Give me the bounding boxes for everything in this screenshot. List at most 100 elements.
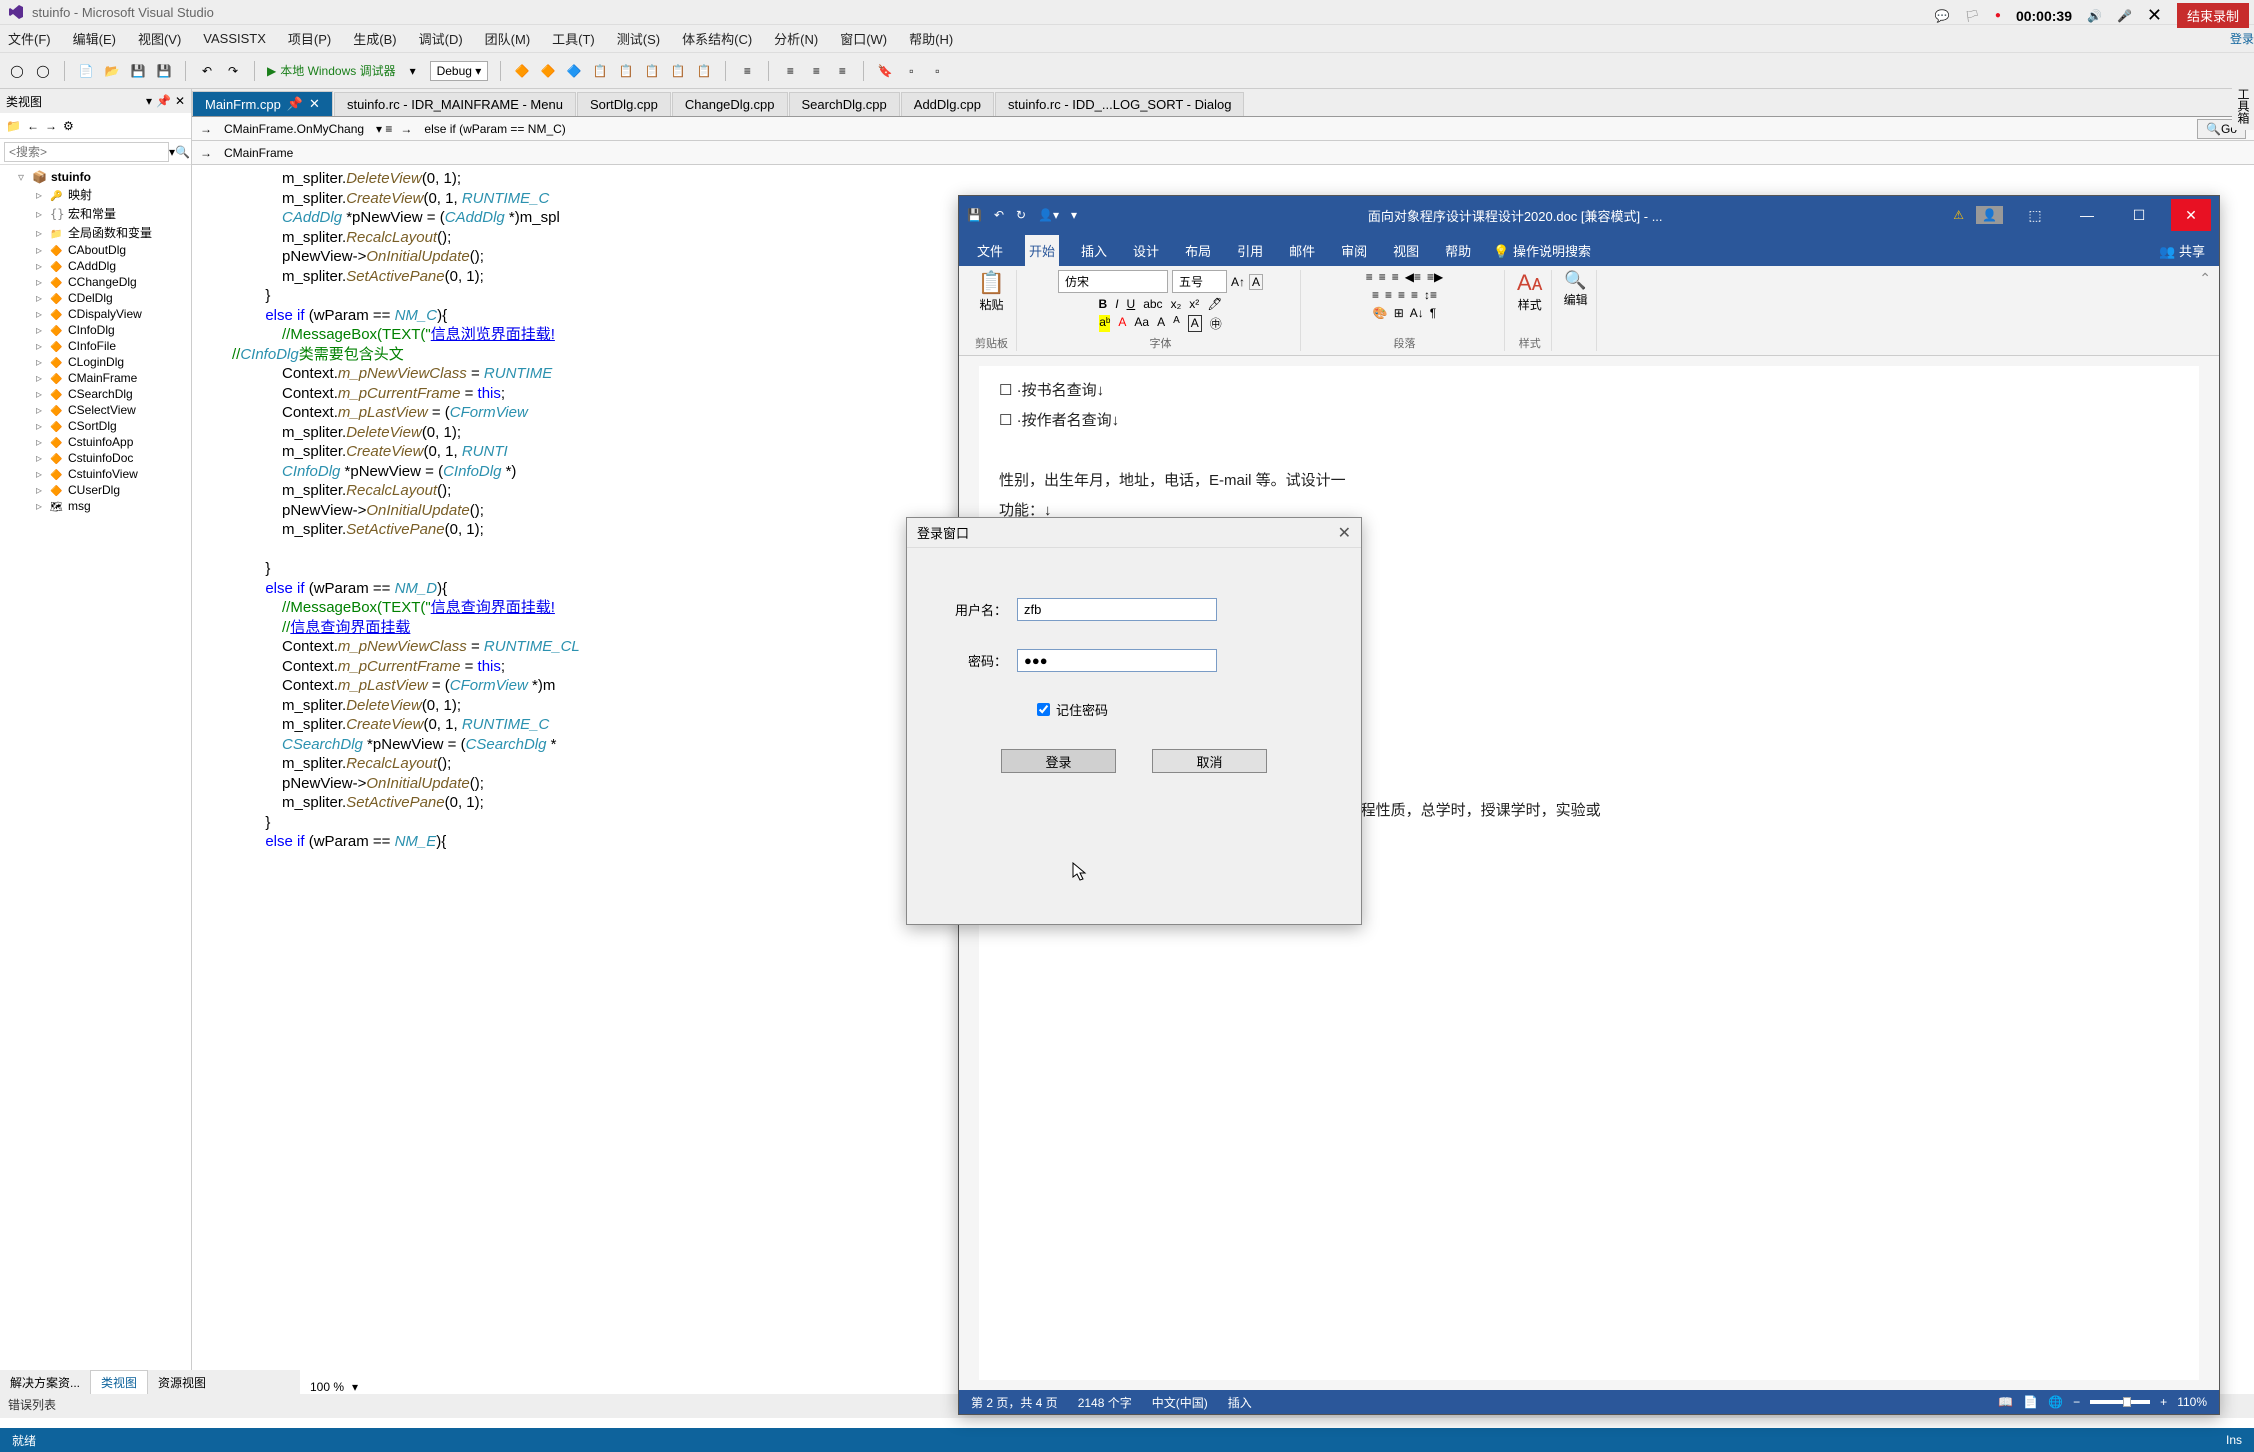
cv-new-folder-icon[interactable]: 📁 (6, 119, 21, 133)
justify-icon[interactable]: ≡ (1411, 288, 1418, 302)
menu-view[interactable]: 视图(V) (138, 29, 181, 48)
word-body-line[interactable]: ☐ ·按书名查询↓ (999, 376, 2179, 406)
tb-icon-8[interactable]: 📋 (695, 62, 713, 80)
tb-icon-1[interactable]: 🔶 (513, 62, 531, 80)
tree-item-宏和常量[interactable]: ▹宏和常量 (2, 204, 189, 223)
word-body-line[interactable]: ☐ ·按作者名查询↓ (999, 406, 2179, 436)
tree-item-CLoginDlg[interactable]: ▹CLoginDlg (2, 354, 189, 370)
word-body-line[interactable] (999, 436, 2179, 466)
tree-item-CSelectView[interactable]: ▹CSelectView (2, 402, 189, 418)
dec-indent-icon[interactable]: ◀≡ (1405, 270, 1421, 284)
clear-format-icon[interactable]: 🖊 (1207, 297, 1222, 311)
tb-icon-6[interactable]: 📋 (643, 62, 661, 80)
word-tab-开始[interactable]: 开始 (1025, 235, 1059, 266)
word-view-web-icon[interactable]: 🌐 (2048, 1395, 2063, 1409)
word-zoom-out-icon[interactable]: − (2073, 1395, 2080, 1409)
word-view-read-icon[interactable]: 📖 (1998, 1395, 2013, 1409)
tree-item-CstuinfoView[interactable]: ▹CstuinfoView (2, 466, 189, 482)
class-search-input[interactable] (4, 142, 169, 162)
file-tab-MainFrm.cpp[interactable]: MainFrm.cpp📌✕ (192, 91, 333, 116)
word-tab-插入[interactable]: 插入 (1077, 235, 1111, 266)
tell-me-search[interactable]: 💡 操作说明搜索 (1493, 241, 1591, 260)
file-tab-AddDlg.cpp[interactable]: AddDlg.cpp (901, 92, 994, 116)
tb-icon-3[interactable]: 🔷 (565, 62, 583, 80)
nav2-class-select[interactable]: CMainFrame (220, 144, 297, 162)
word-word-count[interactable]: 2148 个字 (1078, 1394, 1132, 1411)
tree-item-CDelDlg[interactable]: ▹CDelDlg (2, 290, 189, 306)
pin-icon[interactable]: 📌 (287, 96, 303, 112)
tree-item-CInfoFile[interactable]: ▹CInfoFile (2, 338, 189, 354)
menu-tools[interactable]: 工具(T) (552, 29, 595, 48)
tree-item-映射[interactable]: ▹映射 (2, 185, 189, 204)
mic-icon[interactable]: 🎤 (2117, 9, 2132, 23)
word-account-icon[interactable]: 👤 (1976, 206, 2003, 224)
speaker-icon[interactable]: 🔊 (2087, 9, 2102, 23)
tb-icon-5[interactable]: 📋 (617, 62, 635, 80)
ribbon-collapse-icon[interactable]: ⌃ (2199, 270, 2211, 287)
nav-arrow-icon[interactable]: → (200, 122, 212, 136)
cv-dropdown-icon[interactable]: ▾ (146, 94, 152, 108)
word-redo-icon[interactable]: ↻ (1016, 208, 1026, 222)
word-undo-icon[interactable]: ↶ (994, 208, 1004, 222)
tree-item-CAboutDlg[interactable]: ▹CAboutDlg (2, 242, 189, 258)
nav-member-select[interactable]: else if (wParam == NM_C) (420, 120, 569, 138)
word-language[interactable]: 中文(中国) (1152, 1394, 1208, 1411)
italic-icon[interactable]: I (1115, 297, 1118, 311)
username-input[interactable] (1017, 598, 1217, 621)
bullets-icon[interactable]: ≡ (1366, 270, 1373, 284)
cv-close-icon[interactable]: ✕ (175, 94, 185, 108)
menu-architecture[interactable]: 体系结构(C) (682, 29, 752, 48)
inc-indent-icon[interactable]: ≡▶ (1427, 270, 1443, 284)
tree-item-CMainFrame[interactable]: ▹CMainFrame (2, 370, 189, 386)
tree-item-CChangeDlg[interactable]: ▹CChangeDlg (2, 274, 189, 290)
close-tab-icon[interactable]: ✕ (309, 96, 320, 112)
word-insert-mode[interactable]: 插入 (1228, 1394, 1252, 1411)
word-tab-邮件[interactable]: 邮件 (1285, 235, 1319, 266)
save-icon[interactable]: 💾 (129, 62, 147, 80)
tb-icon-13[interactable]: ▫ (902, 62, 920, 80)
word-ribbon-opts-icon[interactable]: ⬚ (2015, 199, 2055, 231)
word-tab-审阅[interactable]: 审阅 (1337, 235, 1371, 266)
find-icon[interactable]: 🔍 (1564, 270, 1586, 291)
word-page-count[interactable]: 第 2 页，共 4 页 (971, 1394, 1058, 1411)
tb-icon-11[interactable]: ≡ (807, 62, 825, 80)
word-tab-视图[interactable]: 视图 (1389, 235, 1423, 266)
redo-icon[interactable]: ↷ (224, 62, 242, 80)
tree-item-CSortDlg[interactable]: ▹CSortDlg (2, 418, 189, 434)
toolbox-tab[interactable]: 工具箱 (2232, 82, 2254, 130)
font-name-select[interactable]: 仿宋 (1058, 270, 1168, 293)
tb-icon-10[interactable]: ≡ (781, 62, 799, 80)
nav-fwd-icon[interactable]: ◯ (34, 62, 52, 80)
config-select[interactable]: Debug ▾ (430, 61, 489, 81)
tab-solution-explorer[interactable]: 解决方案资... (0, 1371, 90, 1394)
tb-icon-7[interactable]: 📋 (669, 62, 687, 80)
open-icon[interactable]: 📂 (103, 62, 121, 80)
numbering-icon[interactable]: ≡ (1379, 270, 1386, 284)
tree-item-CSearchDlg[interactable]: ▹CSearchDlg (2, 386, 189, 402)
menu-help[interactable]: 帮助(H) (909, 29, 953, 48)
word-tab-设计[interactable]: 设计 (1129, 235, 1163, 266)
menu-project[interactable]: 项目(P) (288, 29, 331, 48)
grow-font-icon[interactable]: A↑ (1231, 275, 1245, 289)
save-all-icon[interactable]: 💾 (155, 62, 173, 80)
char-border-icon[interactable]: A (1188, 315, 1202, 332)
shading-icon[interactable]: 🎨 (1373, 306, 1388, 320)
nav-scope-select[interactable]: CMainFrame.OnMyChang (220, 120, 368, 138)
stop-recording-button[interactable]: 结束录制 (2177, 3, 2249, 28)
menu-test[interactable]: 测试(S) (617, 29, 660, 48)
share-button[interactable]: 👥 共享 (2159, 241, 2205, 260)
font-size-select[interactable]: 五号 (1172, 270, 1227, 293)
multilevel-icon[interactable]: ≡ (1392, 270, 1399, 284)
grow-icon[interactable]: A (1157, 315, 1165, 332)
cv-back-icon[interactable]: ← (27, 119, 39, 133)
circle-char-icon[interactable]: ㊥ (1210, 315, 1222, 332)
line-spacing-icon[interactable]: ↕≡ (1424, 288, 1437, 302)
word-zoom-slider[interactable] (2090, 1400, 2150, 1404)
align-center-icon[interactable]: ≡ (1385, 288, 1392, 302)
login-button[interactable]: 登录 (1001, 749, 1116, 773)
file-tab-ChangeDlg.cpp[interactable]: ChangeDlg.cpp (672, 92, 788, 116)
new-file-icon[interactable]: 📄 (77, 62, 95, 80)
word-close-icon[interactable]: ✕ (2171, 199, 2211, 231)
word-tab-文件[interactable]: 文件 (973, 235, 1007, 266)
font-style-icon[interactable]: A (1249, 274, 1263, 290)
